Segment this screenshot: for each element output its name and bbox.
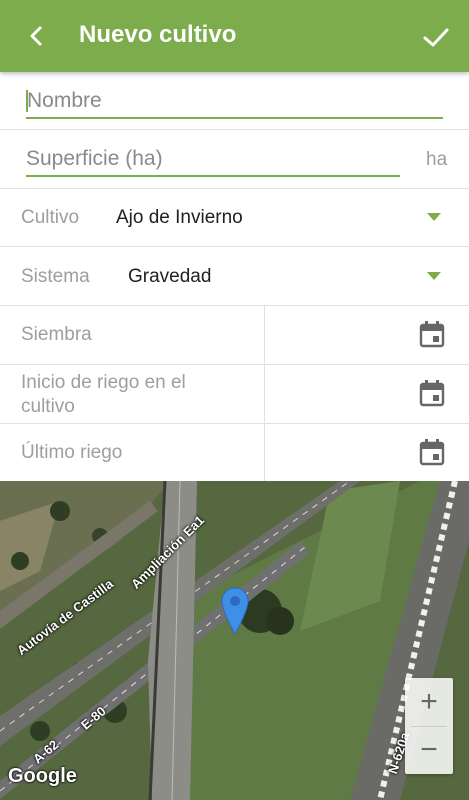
chevron-left-icon bbox=[30, 26, 42, 46]
name-row bbox=[0, 72, 469, 130]
page-title: Nuevo cultivo bbox=[79, 21, 237, 48]
zoom-controls: + − bbox=[405, 678, 453, 774]
crop-dropdown-icon[interactable] bbox=[427, 213, 441, 221]
google-logo: Google bbox=[8, 765, 77, 787]
calendar-icon[interactable] bbox=[419, 379, 445, 407]
surface-input[interactable] bbox=[26, 144, 396, 174]
sowing-date-label: Siembra bbox=[21, 324, 92, 345]
save-button[interactable] bbox=[419, 20, 453, 54]
system-dropdown-icon[interactable] bbox=[427, 272, 441, 280]
calendar-icon[interactable] bbox=[419, 320, 445, 348]
app-bar: Nuevo cultivo bbox=[0, 0, 469, 72]
calendar-icon[interactable] bbox=[419, 438, 445, 466]
divider bbox=[264, 365, 265, 423]
system-label: Sistema bbox=[21, 266, 90, 287]
last-irrigation-date-row[interactable]: Último riego bbox=[0, 424, 469, 482]
crop-row[interactable]: Cultivo Ajo de Invierno bbox=[0, 189, 469, 247]
zoom-out-button[interactable]: − bbox=[405, 726, 453, 774]
surface-underline bbox=[26, 175, 400, 177]
satellite-map[interactable]: Autovía de Castilla Ampliación Ea1 E-80 … bbox=[0, 481, 469, 800]
divider bbox=[264, 424, 265, 482]
surface-unit: ha bbox=[426, 149, 448, 170]
name-input[interactable] bbox=[27, 86, 437, 116]
system-row[interactable]: Sistema Gravedad bbox=[0, 247, 469, 306]
divider bbox=[264, 306, 265, 364]
surface-row: ha bbox=[0, 130, 469, 189]
crop-select[interactable]: Ajo de Invierno bbox=[116, 207, 243, 229]
crop-label: Cultivo bbox=[21, 207, 80, 228]
irrigation-start-date-label: Inicio de riego en el cultivo bbox=[21, 372, 186, 417]
irrigation-start-date-row[interactable]: Inicio de riego en el cultivo bbox=[0, 365, 469, 424]
map-pin-icon[interactable] bbox=[220, 586, 250, 636]
name-underline bbox=[26, 117, 443, 119]
zoom-in-button[interactable]: + bbox=[405, 678, 453, 726]
system-select[interactable]: Gravedad bbox=[128, 266, 211, 288]
sowing-date-row[interactable]: Siembra bbox=[0, 306, 469, 365]
last-irrigation-date-label: Último riego bbox=[21, 442, 123, 463]
check-icon bbox=[423, 28, 449, 47]
back-button[interactable] bbox=[20, 20, 52, 52]
